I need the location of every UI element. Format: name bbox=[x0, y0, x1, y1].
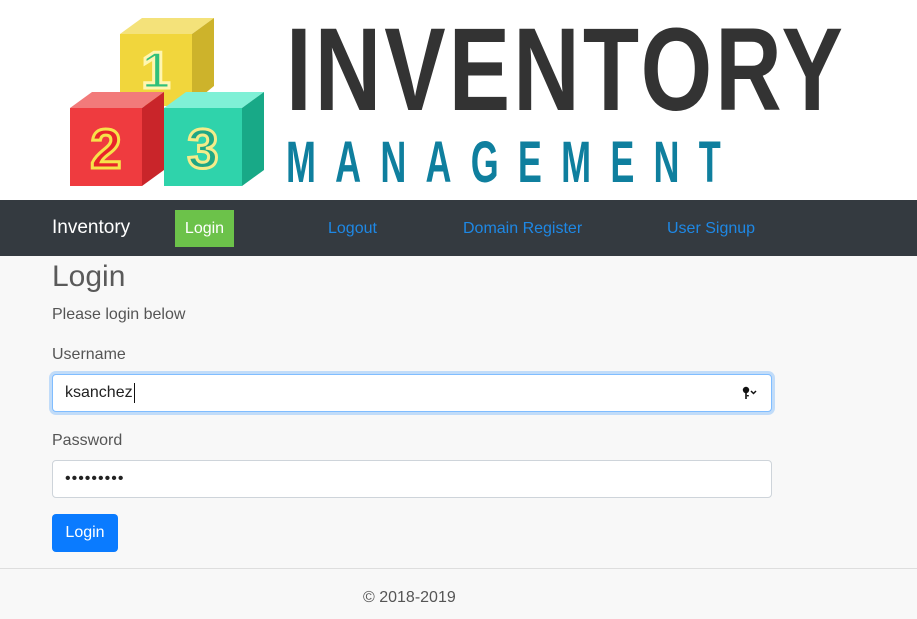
block-number-1: 1 bbox=[142, 42, 171, 100]
nav-user-signup-link[interactable]: User Signup bbox=[667, 219, 755, 239]
nav-login-link[interactable]: Login bbox=[175, 210, 234, 247]
top-navbar: Inventory bbox=[0, 200, 917, 256]
login-instructions: Please login below bbox=[52, 306, 186, 323]
number-blocks-logo: 1 2 3 bbox=[70, 18, 264, 186]
username-input[interactable]: ksanchez bbox=[52, 374, 772, 412]
username-label: Username bbox=[52, 346, 126, 363]
logo-management-text: MANAGEMENT bbox=[286, 130, 740, 195]
logo-inventory-text: INVENTORY bbox=[286, 4, 846, 136]
page-title: Login bbox=[52, 260, 126, 293]
navbar-brand[interactable]: Inventory bbox=[52, 216, 130, 240]
login-submit-button[interactable]: Login bbox=[52, 514, 118, 552]
nav-domain-register-link[interactable]: Domain Register bbox=[463, 219, 582, 239]
header-banner: 1 2 3 INVENTORY MANAGEMENT bbox=[0, 0, 917, 200]
text-cursor bbox=[133, 382, 135, 403]
key-icon[interactable] bbox=[741, 385, 757, 401]
block-number-2: 2 bbox=[90, 117, 121, 180]
password-value: ••••••••• bbox=[65, 470, 125, 487]
footer-copyright: © 2018-2019 bbox=[363, 589, 456, 606]
block-number-3: 3 bbox=[187, 117, 218, 180]
password-input[interactable]: ••••••••• bbox=[52, 460, 772, 498]
password-label: Password bbox=[52, 432, 123, 449]
nav-logout-link[interactable]: Logout bbox=[328, 219, 377, 239]
username-value: ksanchez bbox=[65, 384, 133, 401]
footer-divider bbox=[0, 568, 917, 569]
